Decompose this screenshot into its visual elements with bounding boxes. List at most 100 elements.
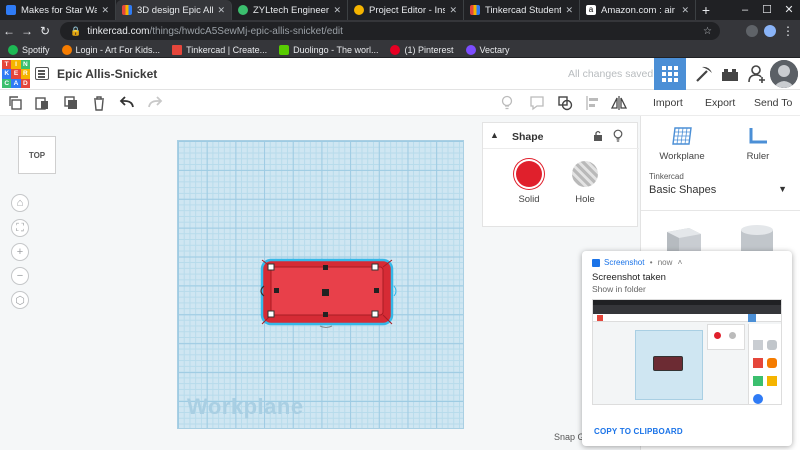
- address-bar[interactable]: 🔒 tinkercad.com/things/hwdcA5SewMj-epic-…: [60, 22, 720, 40]
- bookmarks-bar: Spotify Login - Art For Kids... Tinkerca…: [0, 42, 800, 58]
- copy-button[interactable]: [6, 94, 24, 112]
- shape-panel-title: Shape: [512, 131, 544, 143]
- bookmark-vectary[interactable]: Vectary: [465, 44, 510, 55]
- tab-close-icon[interactable]: ✕: [101, 5, 109, 16]
- plus-icon: +: [16, 246, 24, 258]
- bookmark-spotify[interactable]: Spotify: [8, 44, 50, 55]
- browser-tab-2[interactable]: ZYLtech Engineering, LL ✕: [232, 0, 348, 20]
- tab-close-icon[interactable]: ✕: [333, 5, 341, 16]
- notification-title: Screenshot taken: [592, 272, 666, 283]
- browser-tab-3[interactable]: Project Editor - Instructa ✕: [348, 0, 464, 20]
- minus-icon: −: [16, 270, 24, 282]
- workplane-tool-label: Workplane: [659, 151, 705, 162]
- forward-arrow-icon[interactable]: →: [18, 24, 36, 38]
- workplane-tool[interactable]: Workplane: [647, 126, 717, 162]
- art-for-kids-icon: [61, 44, 72, 55]
- copy-to-clipboard-button[interactable]: COPY TO CLIPBOARD: [594, 427, 683, 436]
- home-view-button[interactable]: ⌂: [11, 194, 29, 212]
- collapse-triangle-icon[interactable]: ▲: [490, 130, 499, 140]
- tinkercad-logo[interactable]: TIN KER CAD: [2, 60, 30, 88]
- tab-title: 3D design Epic Allis-Sni: [137, 4, 214, 16]
- browser-menu-icon[interactable]: ⋮: [782, 24, 794, 38]
- lock-icon[interactable]: [593, 130, 603, 142]
- profile-icon[interactable]: [764, 25, 776, 37]
- screenshot-thumbnail[interactable]: [592, 299, 782, 405]
- tab-close-icon[interactable]: ✕: [217, 5, 225, 16]
- tab-favicon-icon: [238, 5, 248, 15]
- url-host: tinkercad.com: [87, 25, 150, 37]
- avatar[interactable]: [770, 60, 798, 88]
- tab-title: Project Editor - Instructa: [369, 4, 445, 16]
- shape-panel-header: ▲ Shape: [483, 123, 639, 149]
- hole-option[interactable]: Hole: [555, 161, 615, 205]
- shape-library-select[interactable]: Basic Shapes ▼: [649, 184, 791, 202]
- bricks-button[interactable]: [718, 62, 742, 86]
- 3d-view-button[interactable]: [654, 58, 686, 90]
- new-tab-button[interactable]: +: [696, 0, 716, 20]
- bookmark-duolingo[interactable]: Duolingo - The worl...: [279, 44, 378, 55]
- tab-title: Makes for Star Wars: Cl: [21, 4, 97, 16]
- bookmark-pinterest[interactable]: (1) Pinterest: [390, 44, 454, 55]
- duplicate-icon: [64, 96, 77, 109]
- tab-close-icon[interactable]: ✕: [681, 5, 689, 16]
- add-user-icon: [748, 65, 765, 83]
- mirror-icon: [611, 96, 627, 110]
- tab-favicon-icon: [6, 5, 16, 15]
- lightbulb-icon[interactable]: [613, 129, 623, 142]
- add-user-button[interactable]: [745, 62, 769, 86]
- solid-option[interactable]: Solid: [499, 161, 559, 205]
- chevron-up-icon[interactable]: ˄: [675, 258, 683, 267]
- tab-favicon-icon: [122, 5, 132, 15]
- spotify-icon: [8, 44, 18, 55]
- zoom-out-button[interactable]: −: [11, 267, 29, 285]
- align-button[interactable]: [584, 94, 602, 112]
- url-path: /things/hwdcA5SewMj-epic-allis-snicket/e…: [149, 25, 343, 37]
- export-button[interactable]: Export: [705, 97, 735, 109]
- show-in-folder-link[interactable]: Show in folder: [592, 284, 646, 294]
- project-title[interactable]: Epic Allis-Snicket: [57, 67, 157, 81]
- delete-button[interactable]: [90, 94, 108, 112]
- solid-color-swatch[interactable]: [516, 161, 542, 187]
- window-controls: – ☐ ✕: [734, 0, 800, 20]
- duplicate-button[interactable]: [62, 94, 80, 112]
- browser-tab-5[interactable]: a Amazon.com : air brush ✕: [580, 0, 696, 20]
- workplane-icon: [672, 127, 692, 145]
- undo-button[interactable]: [118, 94, 136, 112]
- notification-time: now: [657, 258, 673, 267]
- hole-swatch[interactable]: [572, 161, 598, 187]
- browser-tab-1[interactable]: 3D design Epic Allis-Sni ✕: [116, 0, 232, 20]
- tab-close-icon[interactable]: ✕: [449, 5, 457, 16]
- notes-button[interactable]: [498, 94, 516, 112]
- import-button[interactable]: Import: [653, 97, 683, 109]
- bricks-icon: [722, 69, 738, 81]
- bookmark-tinkercad[interactable]: Tinkercad | Create...: [172, 44, 267, 55]
- perspective-button[interactable]: ⬡: [11, 291, 29, 309]
- note-tool-button[interactable]: [528, 94, 546, 112]
- group-button[interactable]: [556, 94, 574, 112]
- maximize-icon[interactable]: ☐: [756, 0, 778, 20]
- mirror-button[interactable]: [610, 94, 628, 112]
- design-list-icon[interactable]: [35, 67, 49, 80]
- paste-button[interactable]: [33, 94, 51, 112]
- ruler-icon: [749, 128, 767, 144]
- zoom-in-button[interactable]: +: [11, 243, 29, 261]
- browser-tab-0[interactable]: Makes for Star Wars: Cl ✕: [0, 0, 116, 20]
- redo-button[interactable]: [146, 94, 164, 112]
- extension-icon[interactable]: [746, 25, 758, 37]
- tinkercad-header: TIN KER CAD Epic Allis-Snicket All chang…: [0, 58, 800, 90]
- close-window-icon[interactable]: ✕: [778, 0, 800, 20]
- codeblocks-button[interactable]: [692, 62, 716, 86]
- bookmark-art-for-kids[interactable]: Login - Art For Kids...: [61, 44, 160, 55]
- ruler-tool[interactable]: Ruler: [723, 126, 793, 162]
- screenshot-notification[interactable]: Screenshot • now ˄ Screenshot taken Show…: [582, 251, 792, 446]
- fit-view-button[interactable]: ⛶: [11, 219, 29, 237]
- view-cube[interactable]: TOP: [18, 136, 56, 174]
- bookmark-star-icon[interactable]: ☆: [703, 26, 712, 37]
- tab-close-icon[interactable]: ✕: [565, 5, 573, 16]
- back-arrow-icon[interactable]: ←: [0, 24, 18, 38]
- browser-tab-4[interactable]: Tinkercad Student Desig ✕: [464, 0, 580, 20]
- reload-icon[interactable]: ↻: [36, 24, 54, 38]
- send-to-button[interactable]: Send To: [754, 97, 792, 109]
- selected-box-shape[interactable]: [256, 256, 402, 330]
- minimize-icon[interactable]: –: [734, 0, 756, 20]
